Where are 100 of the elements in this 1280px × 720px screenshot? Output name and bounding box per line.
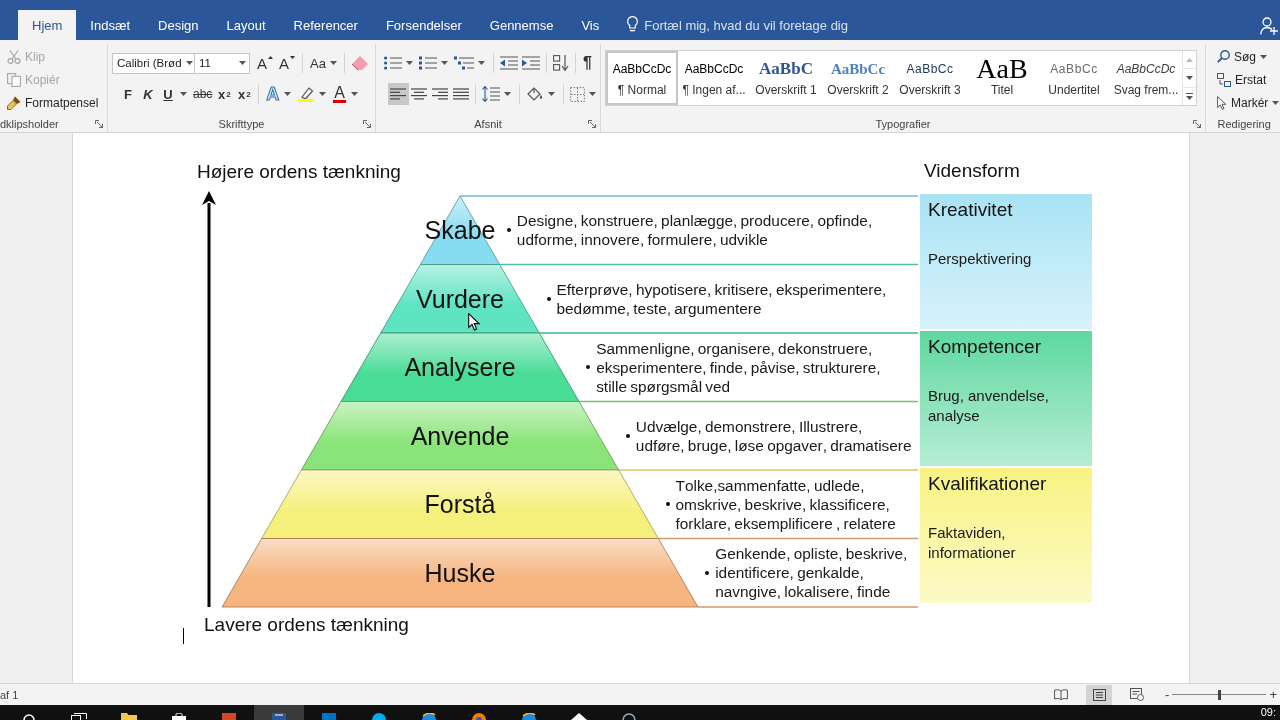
caret-icon[interactable]: [284, 92, 292, 96]
paintbrush-icon: [7, 95, 21, 110]
font-family-combobox[interactable]: Calibri (Brød: [112, 52, 197, 74]
sort-icon[interactable]: [553, 55, 569, 71]
format-painter-button[interactable]: Formatpensel: [4, 91, 102, 114]
axis-label: Lavere ordens tænkning: [204, 614, 409, 636]
task-view-icon: [71, 713, 87, 720]
group-label: dklipsholder: [0, 117, 59, 130]
print-layout-button[interactable]: [1086, 684, 1113, 705]
style-item[interactable]: AaBbCc Overskrift 3: [894, 51, 966, 105]
font-size-combobox[interactable]: 11: [194, 52, 250, 74]
ribbon-tab[interactable]: Design: [144, 10, 213, 40]
style-item[interactable]: AaB Titel: [966, 51, 1038, 105]
level-label: Huske: [424, 557, 496, 588]
font-color-button[interactable]: A: [330, 83, 350, 105]
style-item[interactable]: AaBbCcDc Svag frem...: [1110, 51, 1182, 105]
zoom-in-button[interactable]: +: [1266, 684, 1280, 705]
ribbon-tab[interactable]: Indsæt: [76, 10, 145, 40]
bullet-icon: [625, 433, 630, 438]
italic-button[interactable]: K: [138, 83, 158, 105]
group-label: Afsnit: [474, 117, 502, 130]
scroll-down-icon[interactable]: [1186, 76, 1193, 80]
bold-button[interactable]: F: [118, 83, 138, 105]
style-item[interactable]: AaBbCcDc ¶ Normal: [606, 51, 678, 105]
style-item[interactable]: AaBbCc Undertitel: [1038, 51, 1110, 105]
lightbulb-icon[interactable]: [627, 16, 639, 32]
style-item[interactable]: AaBbCcDc ¶ Ingen af...: [678, 51, 750, 105]
book-icon: [1054, 689, 1069, 700]
justify-icon: [452, 88, 469, 100]
strikethrough-button[interactable]: abc: [191, 83, 215, 105]
increase-indent-icon[interactable]: [522, 56, 540, 70]
level-label: Anvende: [410, 420, 510, 451]
browser-icon: [422, 713, 436, 720]
search-icon: [23, 713, 35, 720]
dialog-launcher-icon[interactable]: [588, 119, 596, 128]
grow-font-button[interactable]: A: [254, 52, 276, 74]
paint-bucket-icon[interactable]: [526, 86, 544, 102]
mouse-pointer-icon: [468, 313, 480, 331]
style-item[interactable]: AaBbC Overskrift 1: [750, 51, 822, 105]
caret-up-icon: [268, 56, 273, 59]
borders-icon[interactable]: [570, 86, 585, 102]
line-spacing-icon[interactable]: [482, 86, 500, 102]
zoom-out-button[interactable]: -: [1162, 684, 1173, 705]
dialog-launcher-icon[interactable]: [363, 119, 371, 128]
ribbon-tab[interactable]: Vis: [567, 10, 614, 40]
caret-icon[interactable]: [441, 61, 448, 65]
roof-shape-icon: [571, 713, 587, 720]
page-count: af 1: [0, 688, 19, 701]
style-item[interactable]: AaBbCc Overskrift 2: [822, 51, 894, 105]
person-add-icon[interactable]: [1260, 17, 1278, 35]
chat-app-icon: [372, 713, 386, 720]
numbered-list-icon[interactable]: [419, 56, 437, 70]
style-preview: AaBbCcDc: [612, 61, 672, 78]
caret-icon[interactable]: [589, 92, 596, 96]
ribbon-tab[interactable]: Gennemse: [475, 10, 568, 40]
show-formatting-marks-button[interactable]: ¶: [580, 52, 595, 74]
more-icon[interactable]: [1186, 92, 1193, 100]
align-left-button[interactable]: [388, 83, 409, 105]
bullet-list-icon[interactable]: [384, 56, 402, 70]
style-name: Overskrift 3: [899, 83, 961, 97]
style-preview: AaBbCcDc: [684, 61, 744, 78]
caret-icon: [239, 61, 246, 65]
style-name: Undertitel: [1048, 83, 1100, 97]
level-label: Analysere: [404, 352, 516, 383]
caret-icon[interactable]: [351, 92, 359, 96]
underline-button[interactable]: U: [158, 83, 178, 105]
style-name: Overskrift 1: [755, 83, 817, 97]
knowledge-title: Kreativitet: [928, 199, 1013, 221]
style-name: Svag frem...: [1113, 83, 1179, 97]
bullet-icon: [586, 365, 591, 370]
caret-icon[interactable]: [478, 61, 485, 65]
caret-icon[interactable]: [504, 92, 511, 96]
dialog-launcher-icon[interactable]: [1193, 119, 1201, 128]
caret-icon[interactable]: [548, 92, 555, 96]
replace-button[interactable]: Erstat: [1214, 68, 1270, 91]
shrink-font-button[interactable]: A: [276, 52, 299, 74]
ribbon-tab[interactable]: Forsendelser: [371, 10, 476, 40]
change-case-button[interactable]: Aa: [307, 52, 340, 74]
tell-me-field[interactable]: Fortæl mig, hvad du vil foretage dig: [644, 15, 895, 35]
ribbon-tab[interactable]: Layout: [212, 10, 280, 40]
globe-icon: [472, 713, 486, 720]
ribbon-tab[interactable]: Hjem: [18, 10, 77, 40]
caret-icon[interactable]: [406, 61, 413, 65]
multilevel-list-icon[interactable]: [454, 56, 474, 70]
caret-icon[interactable]: [319, 92, 327, 96]
column-title: Vidensform: [924, 160, 1020, 182]
style-preview: AaBbCc: [830, 60, 886, 79]
group-label: Skrifttype: [218, 117, 265, 130]
decrease-indent-icon[interactable]: [500, 56, 518, 70]
select-button[interactable]: Markér: [1214, 91, 1280, 114]
highlighter-icon[interactable]: [297, 86, 316, 102]
ribbon-tab[interactable]: Referencer: [279, 10, 372, 40]
align-right-icon: [431, 88, 448, 100]
find-button[interactable]: Søg: [1214, 45, 1270, 68]
caret-icon[interactable]: [180, 92, 187, 96]
level-description: Sammenligne, organisere, dekonstruere, eksperimentere, finde, påvise, strukturere, stille spørgsmål ved: [596, 338, 882, 396]
document-app-icon: [272, 713, 286, 720]
superscript-button[interactable]: x$^{2}$: [234, 83, 255, 105]
dialog-launcher-icon[interactable]: [95, 119, 103, 128]
zoom-slider-thumb[interactable]: [1217, 689, 1221, 700]
